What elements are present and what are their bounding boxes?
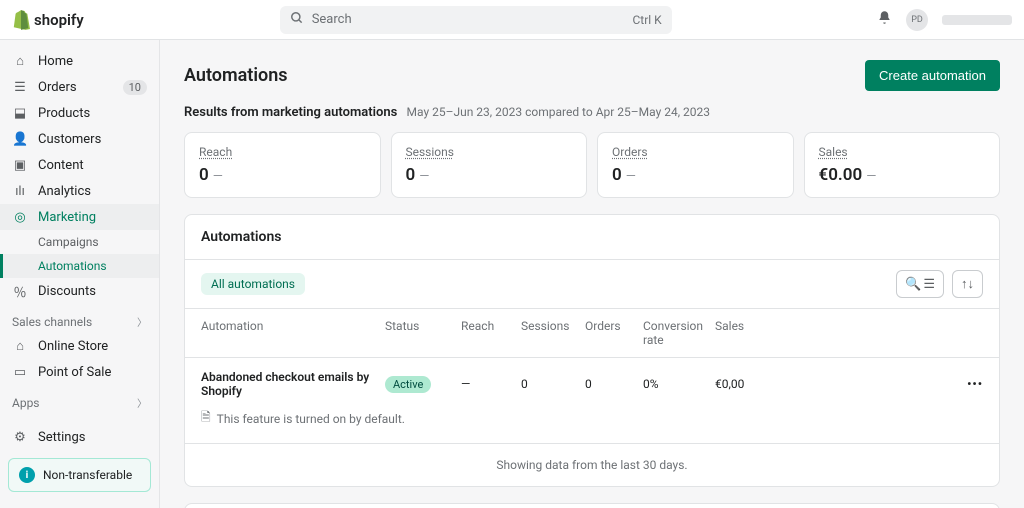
page-title: Automations (184, 65, 288, 86)
automation-name: Abandoned checkout emails by Shopify (201, 370, 385, 398)
nav-campaigns[interactable]: Campaigns (0, 230, 159, 254)
non-transferable-chip[interactable]: iNon-transferable (8, 458, 151, 492)
table-row[interactable]: Abandoned checkout emails by Shopify Act… (185, 358, 999, 404)
stat-reach[interactable]: Reach0— (184, 132, 381, 198)
note-icon: 🗎 (201, 408, 211, 429)
status-badge: Active (385, 376, 431, 393)
nav-content[interactable]: ▣Content (0, 152, 159, 178)
filter-icon: ☰ (923, 277, 935, 292)
nav-customers[interactable]: 👤Customers (0, 126, 159, 152)
avatar[interactable]: PD (906, 9, 928, 31)
orders-badge: 10 (123, 80, 147, 95)
stat-orders[interactable]: Orders0— (597, 132, 794, 198)
nav-marketing[interactable]: ◎Marketing (0, 204, 159, 230)
search-icon: 🔍 (905, 277, 921, 292)
nav-discounts[interactable]: ％Discounts (0, 278, 159, 304)
person-icon: 👤 (12, 132, 28, 147)
nav-analytics[interactable]: ılıAnalytics (0, 178, 159, 204)
nav-online-store[interactable]: ⌂Online Store (0, 333, 159, 359)
main-content: Automations Create automation Results fr… (160, 40, 1024, 508)
search-placeholder: Search (312, 12, 352, 27)
search-filter-button[interactable]: 🔍☰ (896, 270, 944, 298)
chevron-right-icon: 〉 (137, 395, 147, 410)
apps-header[interactable]: Apps〉 (0, 385, 159, 414)
stat-sessions[interactable]: Sessions0— (391, 132, 588, 198)
filter-all-automations[interactable]: All automations (201, 273, 305, 295)
discount-icon: ％ (12, 282, 28, 301)
nav-pos[interactable]: ▭Point of Sale (0, 359, 159, 385)
stat-sales[interactable]: Sales€0.00— (804, 132, 1001, 198)
search-input[interactable]: Search Ctrl K (280, 6, 672, 34)
shopify-logo[interactable]: shopify (12, 10, 84, 30)
nav-home[interactable]: ⌂Home (0, 48, 159, 74)
sidebar: ⌂Home ☰Orders10 ⬓Products 👤Customers ▣Co… (0, 40, 160, 508)
gear-icon: ⚙ (12, 430, 28, 445)
orders-icon: ☰ (12, 80, 28, 95)
sort-icon: ↑↓ (961, 276, 974, 292)
nav-orders[interactable]: ☰Orders10 (0, 74, 159, 100)
store-icon: ⌂ (12, 338, 28, 354)
pos-icon: ▭ (12, 365, 28, 380)
info-icon: i (19, 467, 35, 483)
automations-card: Automations All automations 🔍☰ ↑↓ Automa… (184, 214, 1000, 487)
tag-icon: ⬓ (12, 106, 28, 121)
sales-channels-header[interactable]: Sales channels〉 (0, 304, 159, 333)
content-icon: ▣ (12, 158, 28, 173)
automations-card-title: Automations (185, 215, 999, 260)
results-heading: Results from marketing automations May 2… (184, 105, 1000, 120)
shopify-bag-icon (12, 10, 30, 30)
analytics-icon: ılı (12, 184, 28, 199)
store-name-skeleton (942, 15, 1012, 25)
brand-name: shopify (34, 11, 84, 29)
search-shortcut: Ctrl K (632, 13, 661, 27)
create-automation-button[interactable]: Create automation (865, 60, 1000, 91)
row-actions-button[interactable]: ••• (967, 377, 983, 391)
nav-automations[interactable]: Automations (0, 254, 159, 278)
chevron-right-icon: 〉 (137, 314, 147, 329)
nav-settings[interactable]: ⚙Settings (0, 424, 159, 450)
recover-card: Recover sales with reengagement automati… (184, 503, 1000, 508)
target-icon: ◎ (12, 210, 28, 225)
table-header: Automation Status Reach Sessions Orders … (185, 309, 999, 358)
search-icon (290, 11, 304, 29)
home-icon: ⌂ (12, 53, 28, 69)
sort-button[interactable]: ↑↓ (952, 270, 983, 298)
notifications-icon[interactable] (877, 10, 892, 29)
row-note: 🗎This feature is turned on by default. (185, 404, 999, 444)
table-footer: Showing data from the last 30 days. (185, 444, 999, 486)
nav-products[interactable]: ⬓Products (0, 100, 159, 126)
